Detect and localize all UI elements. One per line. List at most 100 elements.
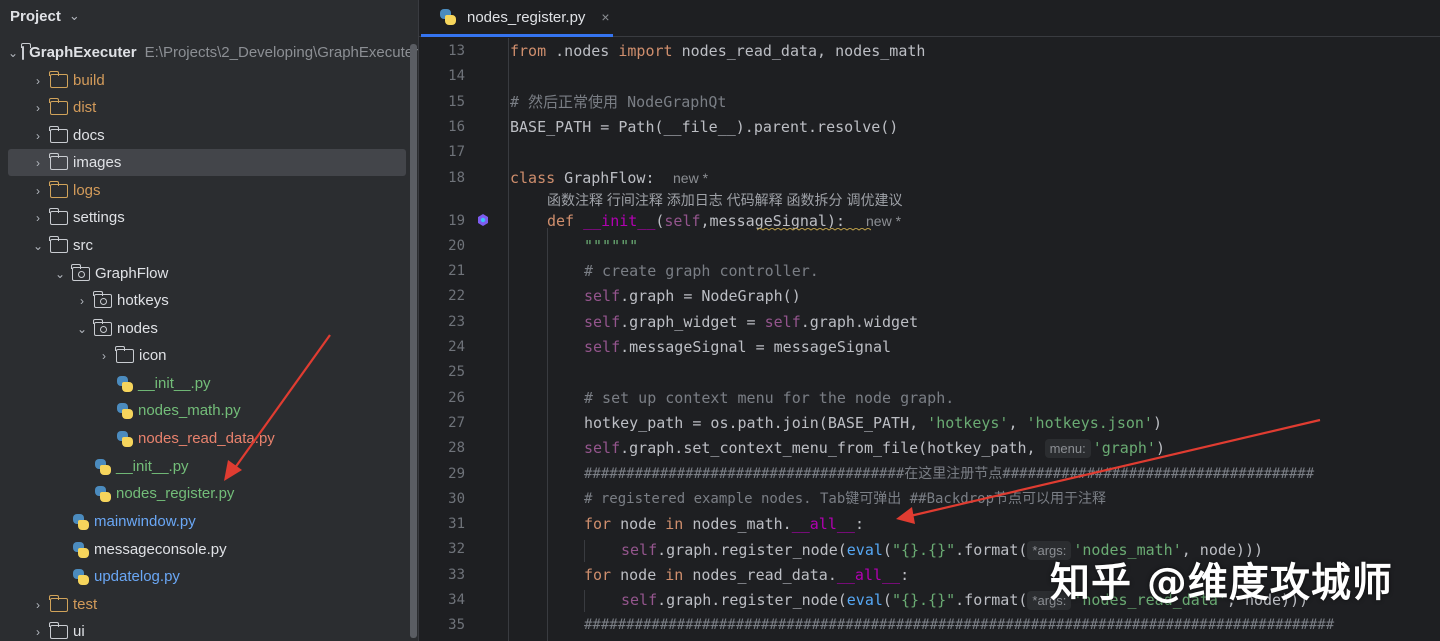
chevron-right-icon[interactable]: › (30, 184, 46, 198)
line-number: 18 (448, 170, 465, 186)
line-number: 21 (448, 263, 465, 279)
code-line-13[interactable]: from .nodes import nodes_read_data, node… (510, 39, 925, 64)
new-class-hint: new * (673, 170, 709, 186)
indent-guide (508, 38, 509, 641)
tree-item-label: src (73, 237, 93, 254)
tree-item-ui[interactable]: › ui (8, 618, 406, 641)
tree-item-logs[interactable]: › logs (8, 177, 406, 204)
tree-item-graphflow[interactable]: ⌄ GraphFlow (8, 260, 406, 287)
code-line-27[interactable]: hotkey_path = os.path.join(BASE_PATH, 'h… (584, 411, 1162, 436)
tree-item-icon[interactable]: › icon (8, 342, 406, 369)
python-file-icon (72, 541, 90, 559)
python-file-icon (116, 375, 134, 393)
python-file-icon (94, 458, 112, 476)
tree-item-label: build (73, 72, 105, 89)
chevron-right-icon[interactable]: › (30, 101, 46, 115)
chevron-down-icon[interactable]: ⌄ (30, 239, 46, 253)
tree-item-label: test (73, 596, 98, 613)
code-line-20[interactable]: """""" (584, 234, 638, 259)
tree-item-settings[interactable]: › settings (8, 204, 406, 231)
line-number: 28 (448, 440, 465, 456)
watermark: 知乎 @维度攻城师 (1050, 560, 1393, 606)
code-line-16[interactable]: BASE_PATH = Path(__file__).parent.resolv… (510, 115, 898, 140)
indent-guide (547, 228, 548, 641)
chevron-right-icon[interactable]: › (30, 211, 46, 225)
tree-item-nodes-math[interactable]: nodes_math.py (8, 397, 406, 424)
chevron-right-icon[interactable]: › (30, 74, 46, 88)
code-line-24[interactable]: self.messageSignal = messageSignal (584, 335, 891, 360)
folder-icon (49, 125, 68, 143)
project-panel: Project ⌄ ⌄ GraphExecuter E:\Projects\2_… (0, 0, 418, 641)
line-number: 31 (448, 516, 465, 532)
package-folder-icon (93, 318, 112, 336)
chevron-right-icon[interactable]: › (30, 598, 46, 612)
chevron-right-icon[interactable]: › (30, 625, 46, 639)
param-hint: menu: (1044, 439, 1091, 458)
line-number: 13 (448, 43, 465, 59)
project-scrollbar[interactable] (410, 44, 417, 638)
tree-item-docs[interactable]: › docs (8, 122, 406, 149)
code-line-26[interactable]: # set up context menu for the node graph… (584, 386, 954, 411)
code-line-18[interactable]: class GraphFlow: (510, 166, 655, 191)
code-line-23[interactable]: self.graph_widget = self.graph.widget (584, 310, 918, 335)
chevron-right-icon[interactable]: › (30, 156, 46, 170)
tree-item-hotkeys[interactable]: › hotkeys (8, 287, 406, 314)
project-panel-title: Project (10, 7, 61, 25)
code-line-28[interactable]: self.graph.set_context_menu_from_file(ho… (584, 436, 1165, 461)
tree-item-messageconsole[interactable]: messageconsole.py (8, 536, 406, 563)
tree-item-updatelog[interactable]: updatelog.py (8, 563, 406, 590)
line-number: 27 (448, 415, 465, 431)
tree-item-mainwindow[interactable]: mainwindow.py (8, 508, 406, 535)
chevron-down-icon[interactable]: ⌄ (52, 267, 68, 281)
tree-item-nodes-init[interactable]: __init__.py (8, 370, 406, 397)
tree-item-nodes-register[interactable]: nodes_register.py (8, 480, 406, 507)
code-line-22[interactable]: self.graph = NodeGraph() (584, 284, 801, 309)
chevron-down-icon[interactable]: ⌄ (8, 46, 18, 60)
tree-item-src[interactable]: ⌄ src (8, 232, 406, 259)
code-line-30[interactable]: # registered example nodes. Tab键可弹出 ##Ba… (584, 487, 1106, 512)
line-number: 24 (448, 339, 465, 355)
chevron-down-icon[interactable]: ⌄ (74, 322, 90, 336)
project-panel-header[interactable]: Project ⌄ (0, 0, 418, 32)
code-line-33[interactable]: for node in nodes_read_data.__all__: (584, 563, 909, 588)
line-number: 22 (448, 288, 465, 304)
python-file-icon (72, 513, 90, 531)
tree-item-nodes-read-data[interactable]: nodes_read_data.py (8, 425, 406, 452)
tree-item-label: logs (73, 182, 101, 199)
line-number: 16 (448, 119, 465, 135)
line-number: 14 (448, 68, 465, 84)
tab-nodes-register[interactable]: nodes_register.py × (421, 0, 613, 37)
ai-assistant-gutter-icon[interactable] (477, 214, 489, 226)
tree-item-nodes[interactable]: ⌄ nodes (8, 315, 406, 342)
line-number: 32 (448, 541, 465, 557)
editor-gutter: 13 14 15 16 17 18 19 20 21 22 23 24 25 2… (419, 38, 507, 641)
chevron-down-icon[interactable]: ⌄ (69, 8, 80, 24)
close-icon[interactable]: × (601, 9, 609, 25)
tree-item-images[interactable]: › images (8, 149, 406, 176)
tree-item-build[interactable]: › build (8, 67, 406, 94)
code-line-31[interactable]: for node in nodes_math.__all__: (584, 512, 864, 537)
tab-label: nodes_register.py (467, 8, 586, 26)
code-editor[interactable]: nodes_register.py × 13 14 15 16 17 18 19… (418, 0, 1440, 641)
tree-item-label: nodes_math.py (138, 402, 241, 419)
python-file-icon (94, 485, 112, 503)
tree-item-dist[interactable]: › dist (8, 94, 406, 121)
chevron-right-icon[interactable]: › (30, 129, 46, 143)
tree-item-label: nodes_read_data.py (138, 430, 275, 447)
line-number: 30 (448, 491, 465, 507)
python-file-icon (116, 430, 134, 448)
code-line-29[interactable]: ######################################在这… (584, 462, 1314, 487)
code-line-15[interactable]: # 然后正常使用 NodeGraphQt (510, 90, 726, 115)
folder-icon (49, 180, 68, 198)
line-number: 29 (448, 466, 465, 482)
chevron-right-icon[interactable]: › (74, 294, 90, 308)
chevron-right-icon[interactable]: › (96, 349, 112, 363)
line-number: 19 (448, 213, 465, 229)
code-line-35[interactable]: ########################################… (584, 613, 1334, 638)
tree-item-test[interactable]: › test (8, 591, 406, 618)
code-line-21[interactable]: # create graph controller. (584, 259, 819, 284)
ai-code-actions[interactable]: 函数注释 行间注释 添加日志 代码解释 函数拆分 调优建议 (547, 190, 902, 210)
tree-root[interactable]: ⌄ GraphExecuter E:\Projects\2_Developing… (8, 39, 418, 66)
tree-item-graphflow-init[interactable]: __init__.py (8, 453, 406, 480)
tree-item-label: hotkeys (117, 292, 169, 309)
